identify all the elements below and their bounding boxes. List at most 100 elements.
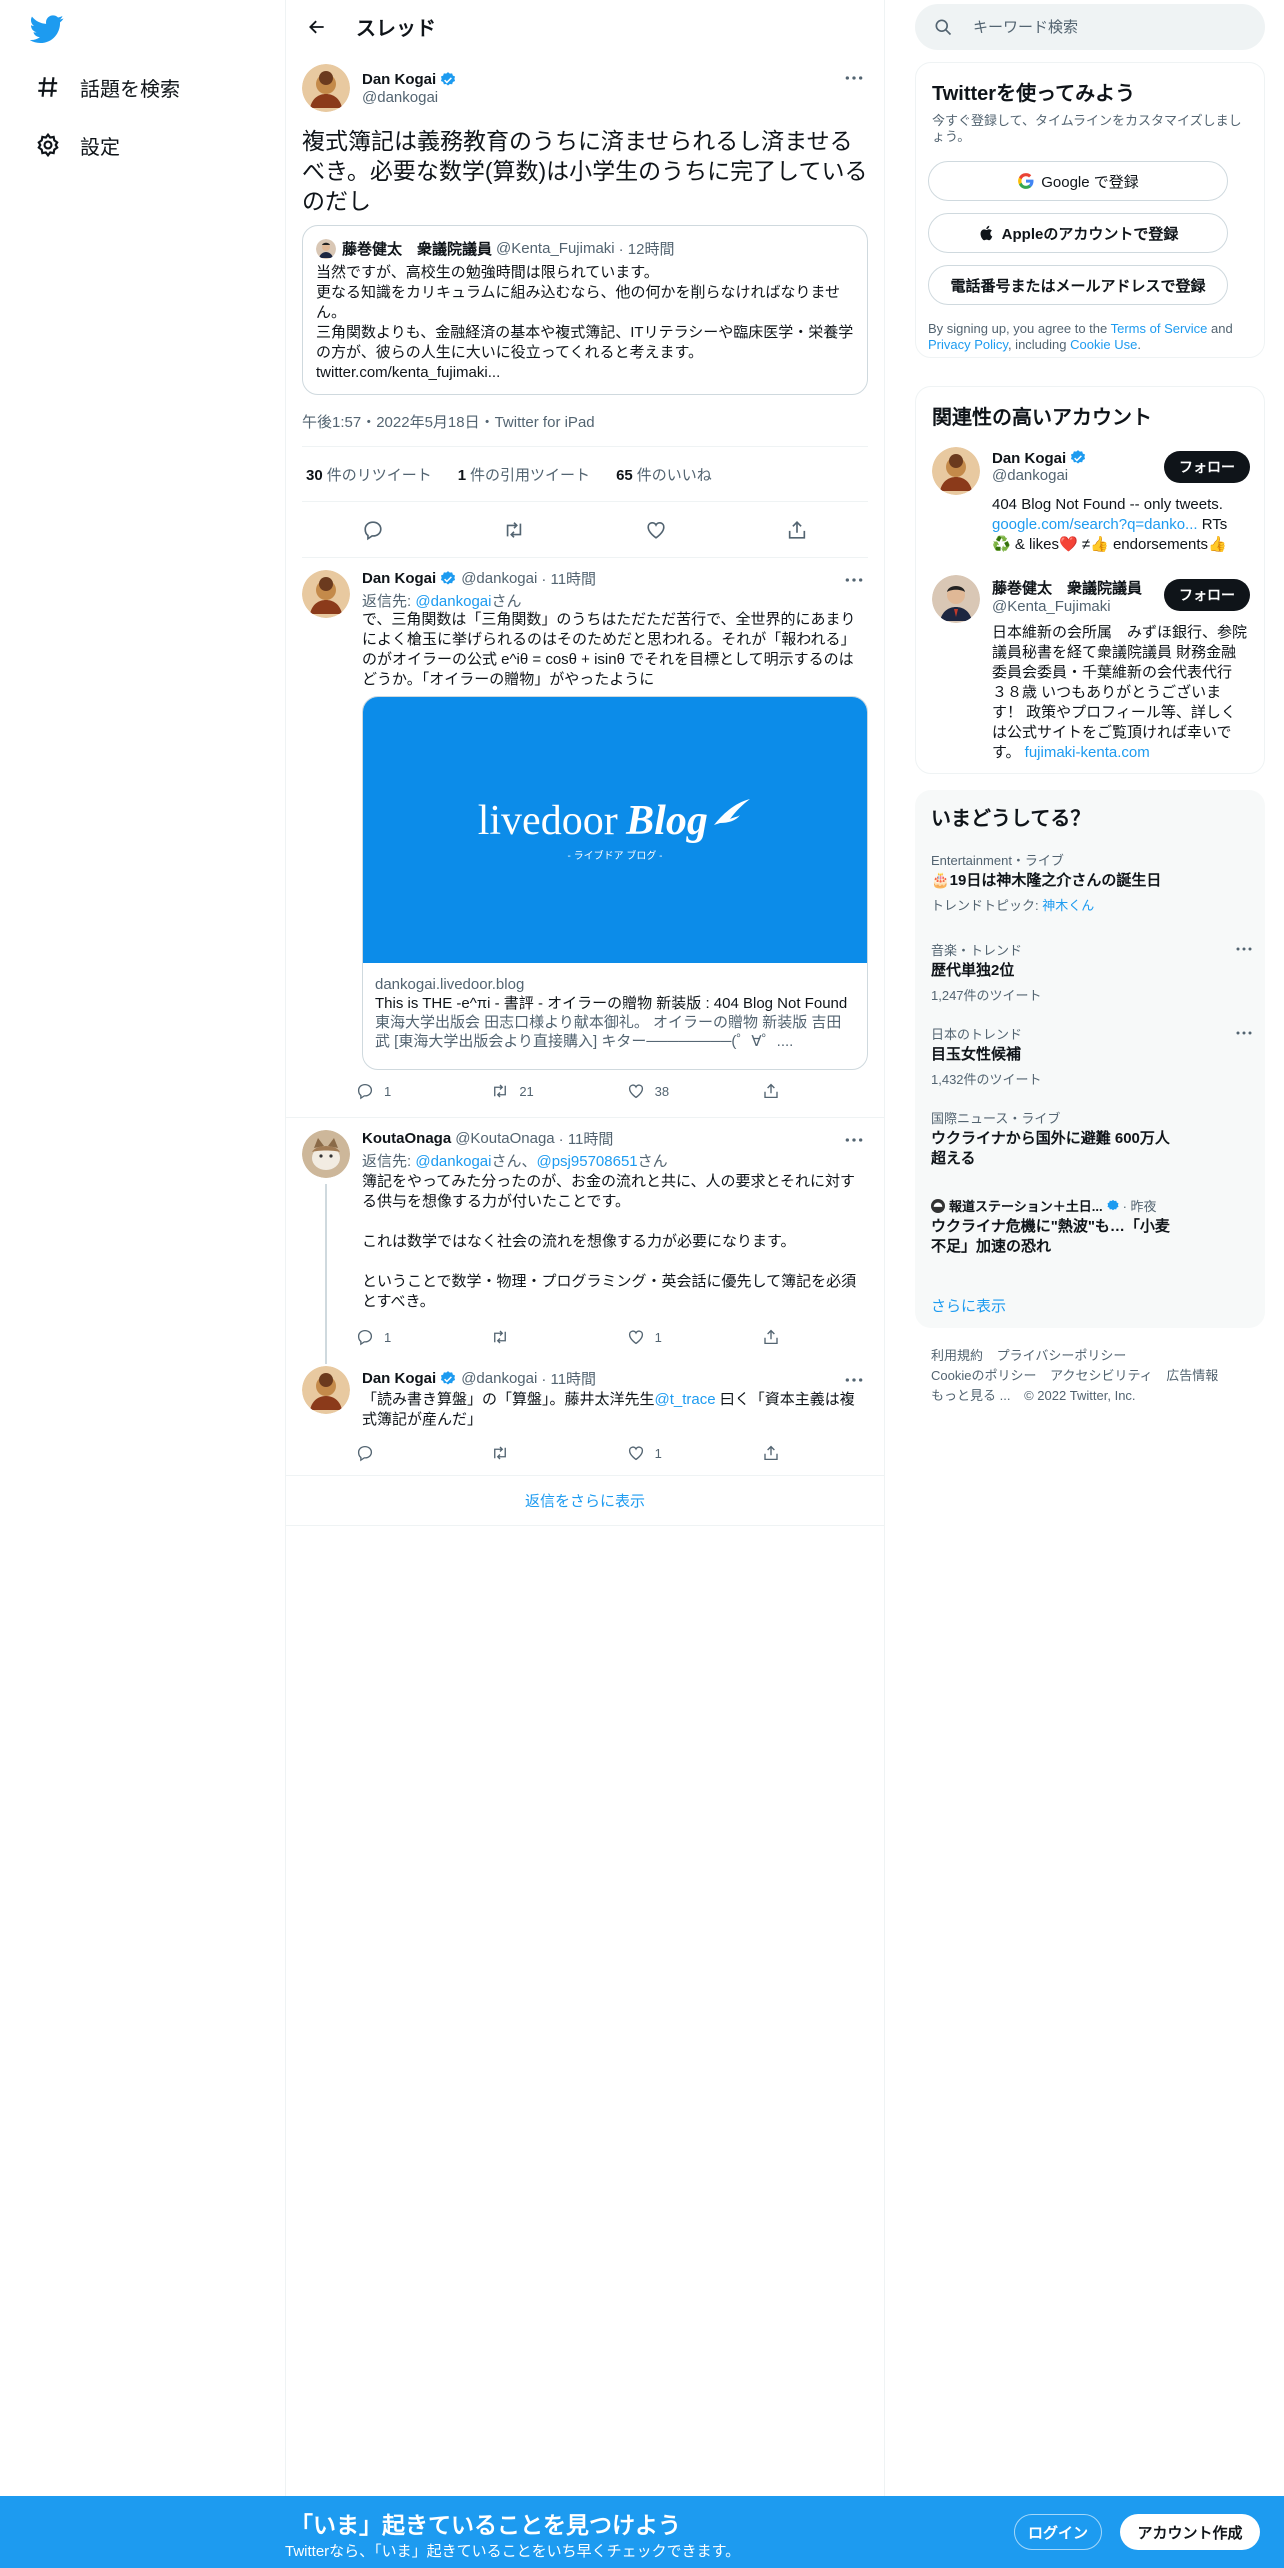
footer-link-terms[interactable]: 利用規約 xyxy=(931,1348,983,1363)
nav-item-explore[interactable]: 話題を検索 xyxy=(34,72,180,102)
tweet-time[interactable]: · 11時間 xyxy=(541,568,596,589)
retweet-button[interactable] xyxy=(491,1328,591,1346)
like-button[interactable]: 38 xyxy=(627,1082,727,1100)
retweet-count-link[interactable]: 30 件のリツイート xyxy=(306,464,432,485)
like-button[interactable]: 1 xyxy=(627,1328,727,1346)
avatar[interactable] xyxy=(302,570,350,618)
signup-button[interactable]: アカウント作成 xyxy=(1120,2514,1260,2550)
author-handle[interactable]: @dankogai xyxy=(461,570,537,587)
avatar[interactable] xyxy=(302,1130,350,1178)
link-preview-card[interactable]: livedoor Blog - ライブドア ブログ - dankogai.liv… xyxy=(362,696,868,1070)
author-name[interactable]: Dan Kogai xyxy=(362,71,436,88)
author-name[interactable]: KoutaOnaga xyxy=(362,1130,451,1147)
like-button[interactable]: 1 xyxy=(627,1444,727,1462)
apple-signup-button[interactable]: Appleのアカウントで登録 xyxy=(928,213,1228,253)
quote-tweet-card[interactable]: 藤巻健太 衆議院議員 @Kenta_Fujimaki · 12時間 当然ですが、… xyxy=(302,225,868,395)
footer-link-ads[interactable]: 広告情報 xyxy=(1166,1368,1218,1383)
more-options-icon[interactable] xyxy=(1235,1024,1253,1042)
reply-button[interactable] xyxy=(356,1444,456,1462)
follow-button[interactable]: フォロー xyxy=(1164,579,1250,611)
mention-link[interactable]: @dankogai xyxy=(415,593,491,610)
mention-link[interactable]: @psj95708651 xyxy=(536,1153,637,1170)
tweet-time[interactable]: · 11時間 xyxy=(559,1128,614,1149)
back-arrow-icon[interactable] xyxy=(300,10,334,44)
mention-link[interactable]: @t_trace xyxy=(655,1391,716,1408)
trend-item[interactable]: 日本のトレンド 目玉女性候補 1,432件のツイート xyxy=(931,1024,1253,1088)
nav-label-explore: 話題を検索 xyxy=(80,78,180,101)
more-options-icon[interactable] xyxy=(842,1370,866,1390)
share-button[interactable] xyxy=(762,1082,786,1100)
account-item[interactable]: 藤巻健太 衆議院議員 @Kenta_Fujimaki フォロー 日本維新の会所属… xyxy=(932,575,1252,765)
google-icon xyxy=(1017,172,1035,190)
reply-tweet[interactable]: Dan Kogai @dankogai · 11時間 返信先: @dankoga… xyxy=(286,558,884,1118)
reply-button[interactable]: 1 xyxy=(356,1082,456,1100)
account-handle[interactable]: @dankogai xyxy=(992,467,1087,484)
signup-subtitle: 今すぐ登録して、タイムラインをカスタマイズしましょう。 xyxy=(932,113,1242,144)
retweet-button[interactable]: 21 xyxy=(491,1082,591,1100)
more-options-icon[interactable] xyxy=(842,1130,866,1150)
trend-item[interactable]: 音楽・トレンド 歴代単独2位 1,247件のツイート xyxy=(931,940,1253,1004)
trend-context: 日本のトレンド xyxy=(931,1027,1023,1042)
trend-topic-link[interactable]: 神木くん xyxy=(1042,898,1094,913)
more-options-icon[interactable] xyxy=(842,68,866,88)
avatar[interactable] xyxy=(932,575,980,623)
trend-item[interactable]: 国際ニュース・ライブ ウクライナから国外に避難 600万人超える xyxy=(931,1108,1171,1169)
phone-email-signup-button[interactable]: 電話番号またはメールアドレスで登録 xyxy=(928,265,1228,305)
search-bar[interactable] xyxy=(915,4,1265,50)
trend-item[interactable]: 報道ステーション＋土日... · 昨夜 ウクライナ危機に"熱波"も…「小麦不足」… xyxy=(931,1196,1181,1257)
avatar[interactable] xyxy=(302,64,350,112)
reply-tweet[interactable]: KoutaOnaga @KoutaOnaga · 11時間 返信先: @dank… xyxy=(286,1118,884,1364)
search-input[interactable] xyxy=(973,18,1243,36)
reply-tweet[interactable]: Dan Kogai @dankogai · 11時間 「読み書き算盤」の「算盤」… xyxy=(286,1358,884,1476)
trend-item[interactable]: Entertainment・ライブ 🎂19日は神木隆之介さんの誕生日 トレンドト… xyxy=(931,850,1251,914)
avatar[interactable] xyxy=(302,1366,350,1414)
trend-name: ウクライナから国外に避難 600万人超える xyxy=(931,1130,1170,1167)
reply-icon[interactable] xyxy=(355,512,391,548)
footer-link-privacy[interactable]: プライバシーポリシー xyxy=(997,1348,1127,1363)
like-icon[interactable] xyxy=(638,512,674,548)
author-name[interactable]: Dan Kogai xyxy=(362,1370,436,1387)
quote-count-link[interactable]: 1 件の引用ツイート xyxy=(458,464,590,485)
tweet-time[interactable]: · 11時間 xyxy=(541,1368,596,1389)
more-options-icon[interactable] xyxy=(842,570,866,590)
tweet-author[interactable]: Dan Kogai @dankogai xyxy=(302,64,457,112)
bio-link[interactable]: google.com/search?q=danko... xyxy=(992,516,1198,533)
account-item[interactable]: Dan Kogai @dankogai フォロー 404 Blog Not Fo… xyxy=(932,447,1252,557)
google-signup-button[interactable]: Google で登録 xyxy=(928,161,1228,201)
footer-link-cookies[interactable]: Cookieのポリシー xyxy=(931,1368,1036,1383)
show-more-trends-link[interactable]: さらに表示 xyxy=(931,1295,1006,1316)
author-name[interactable]: Dan Kogai xyxy=(362,570,436,587)
reply-button[interactable]: 1 xyxy=(356,1328,456,1346)
twitter-logo-icon[interactable] xyxy=(29,12,68,50)
share-button[interactable] xyxy=(762,1328,786,1346)
privacy-link[interactable]: Privacy Policy xyxy=(928,337,1008,352)
author-handle[interactable]: @dankogai xyxy=(461,1370,537,1387)
link-domain: dankogai.livedoor.blog xyxy=(375,976,525,993)
login-button[interactable]: ログイン xyxy=(1014,2514,1102,2550)
trend-name: 歴代単独2位 xyxy=(931,962,1015,979)
share-button[interactable] xyxy=(762,1444,786,1462)
verified-badge-icon xyxy=(441,570,456,584)
account-handle[interactable]: @Kenta_Fujimaki xyxy=(992,598,1142,615)
mention-link[interactable]: @dankogai xyxy=(415,1153,491,1170)
account-name[interactable]: Dan Kogai xyxy=(992,450,1066,467)
footer-link-more[interactable]: もっと見る ... xyxy=(931,1388,1010,1403)
account-name[interactable]: 藤巻健太 衆議院議員 xyxy=(992,577,1142,598)
show-more-replies-link[interactable]: 返信をさらに表示 xyxy=(286,1476,884,1526)
footer-link-accessibility[interactable]: アクセシビリティ xyxy=(1050,1368,1153,1383)
tweet-timestamp[interactable]: 午後1:57・2022年5月18日・Twitter for iPad xyxy=(302,411,595,432)
avatar[interactable] xyxy=(932,447,980,495)
follow-button[interactable]: フォロー xyxy=(1164,451,1250,483)
author-handle[interactable]: @dankogai xyxy=(362,89,457,106)
cookie-link[interactable]: Cookie Use xyxy=(1070,337,1137,352)
retweet-button[interactable] xyxy=(491,1444,591,1462)
retweet-icon[interactable] xyxy=(496,512,532,548)
like-count-link[interactable]: 65 件のいいね xyxy=(616,464,712,485)
terms-link[interactable]: Terms of Service xyxy=(1111,321,1208,336)
retweet-icon xyxy=(494,1446,507,1460)
more-options-icon[interactable] xyxy=(1235,940,1253,958)
nav-item-settings[interactable]: 設定 xyxy=(34,130,120,160)
author-handle[interactable]: @KoutaOnaga xyxy=(455,1130,554,1147)
bio-link[interactable]: fujimaki-kenta.com xyxy=(1025,744,1150,761)
share-icon[interactable] xyxy=(779,512,815,548)
